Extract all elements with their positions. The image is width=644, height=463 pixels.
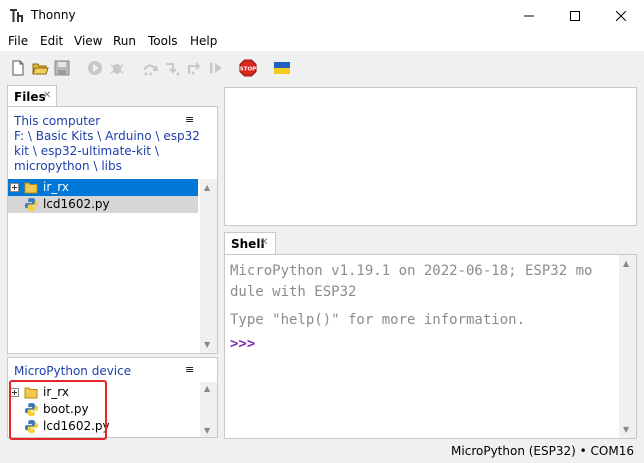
maximize-icon [570, 10, 580, 21]
stop-label: STOP [240, 67, 256, 73]
shell-output-line: MicroPython v1.19.1 on 2022-06-18; ESP32… [230, 263, 593, 279]
shell-prompt[interactable]: >>> [230, 336, 255, 352]
menu-run[interactable]: Run [113, 34, 136, 48]
highlight-box [9, 380, 107, 440]
tab-shell[interactable]: Shell ✕ [224, 232, 276, 255]
scroll-down-icon[interactable]: ▼ [204, 426, 210, 435]
step-over-icon[interactable] [141, 59, 159, 77]
folder-icon [24, 182, 38, 194]
expand-icon[interactable] [10, 183, 19, 192]
thonny-logo-icon [10, 9, 23, 22]
tab-files[interactable]: Files ✕ [7, 85, 57, 107]
scrollbar[interactable]: ▲ ▼ [619, 255, 636, 438]
breadcrumb-separator: \ [154, 144, 159, 158]
shell-output-line: dule with ESP32 [230, 284, 357, 300]
scroll-down-icon[interactable]: ▼ [204, 340, 210, 349]
scroll-up-icon[interactable]: ▲ [204, 183, 210, 192]
breadcrumb-segment[interactable]: micropython [14, 159, 90, 173]
debug-icon[interactable] [108, 59, 126, 77]
scroll-up-icon[interactable]: ▲ [623, 259, 629, 268]
menu-file[interactable]: File [8, 34, 28, 48]
step-into-icon[interactable] [163, 59, 181, 77]
menu-bar: File Edit View Run Tools Help [0, 31, 644, 51]
breadcrumb-segment[interactable]: F: [14, 129, 24, 143]
menu-tools[interactable]: Tools [148, 34, 178, 48]
resume-icon[interactable] [207, 59, 225, 77]
menu-view[interactable]: View [74, 34, 102, 48]
python-file-icon [24, 197, 39, 212]
breadcrumb-separator: \ [32, 144, 37, 158]
device-title: MicroPython device [14, 364, 132, 378]
new-file-icon[interactable] [9, 59, 27, 77]
minimize-icon [524, 15, 534, 16]
minimize-button[interactable] [506, 0, 552, 31]
scrollbar[interactable]: ▲ ▼ [200, 179, 217, 353]
shell-console[interactable]: MicroPython v1.19.1 on 2022-06-18; ESP32… [224, 254, 637, 439]
title-bar: Thonny [0, 0, 644, 31]
menu-help[interactable]: Help [190, 34, 217, 48]
breadcrumb-segment[interactable]: esp32-ultimate-kit [41, 144, 151, 158]
files-tab-label: Files [14, 90, 46, 104]
window-title: Thonny [31, 8, 76, 22]
shell-output-line: Type "help()" for more information. [230, 312, 526, 328]
breadcrumb-segment[interactable]: Basic Kits [36, 129, 94, 143]
maximize-button[interactable] [552, 0, 598, 31]
close-icon[interactable]: ✕ [260, 237, 268, 248]
open-file-icon[interactable] [31, 59, 49, 77]
run-icon[interactable] [86, 59, 104, 77]
hamburger-menu-icon[interactable]: ≡ [185, 113, 194, 126]
stop-icon[interactable]: STOP [239, 59, 257, 77]
tree-item-label: lcd1602.py [43, 197, 110, 211]
interpreter-status[interactable]: MicroPython (ESP32) • COM16 [451, 444, 634, 458]
toolbar: STOP [0, 52, 644, 82]
menu-edit[interactable]: Edit [40, 34, 63, 48]
close-button[interactable] [598, 0, 644, 31]
status-bar: MicroPython (ESP32) • COM16 [0, 441, 644, 463]
tree-item-folder[interactable]: ir_rx [8, 179, 198, 196]
editor-area[interactable] [224, 87, 637, 226]
tree-item-label: ir_rx [43, 180, 69, 194]
close-icon [616, 10, 626, 21]
scroll-down-icon[interactable]: ▼ [623, 425, 629, 434]
scroll-up-icon[interactable]: ▲ [204, 384, 210, 393]
breadcrumb-separator: \ [155, 129, 160, 143]
hamburger-menu-icon[interactable]: ≡ [185, 363, 194, 376]
breadcrumb-separator: \ [97, 129, 102, 143]
breadcrumb-segment[interactable]: libs [101, 159, 122, 173]
breadcrumb-separator: \ [27, 129, 32, 143]
close-icon[interactable]: ✕ [43, 90, 51, 101]
this-computer-title: This computer [14, 114, 101, 128]
tree-item-file[interactable]: lcd1602.py [8, 196, 198, 213]
scrollbar[interactable]: ▲ ▼ [200, 382, 217, 437]
interpreter-name: MicroPython (ESP32) [451, 444, 576, 458]
step-out-icon[interactable] [185, 59, 203, 77]
breadcrumb-segment[interactable]: Arduino [105, 129, 151, 143]
port-name: COM16 [590, 444, 634, 458]
breadcrumb-separator: \ [93, 159, 98, 173]
ukraine-flag-icon[interactable] [273, 59, 291, 77]
this-computer-panel: This computer ≡ F: \ Basic Kits \ Arduin… [7, 106, 218, 354]
status-separator: • [579, 444, 587, 458]
breadcrumb: F: \ Basic Kits \ Arduino \ esp32 kit \ … [14, 129, 204, 174]
save-icon[interactable] [53, 59, 71, 77]
